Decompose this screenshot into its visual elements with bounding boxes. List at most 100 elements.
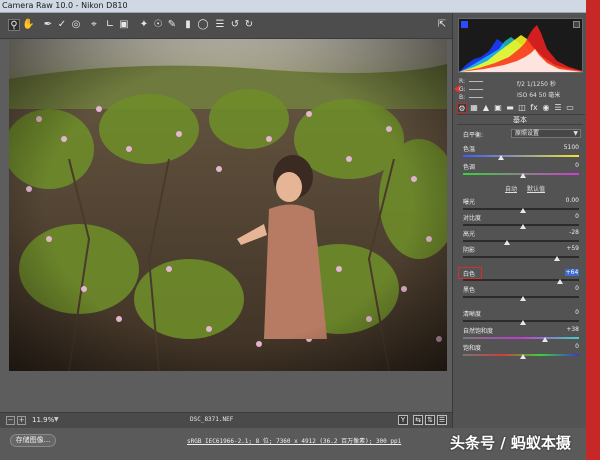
b-value-line	[469, 97, 483, 98]
chevron-down-icon: ▼	[573, 130, 578, 137]
hsl-tab-icon[interactable]: ▣	[493, 103, 503, 113]
lens-tab-icon[interactable]: ◫	[517, 103, 527, 113]
highlights-slider[interactable]	[463, 240, 579, 242]
red-eye-icon[interactable]: ☉	[152, 19, 164, 31]
saturation-thumb[interactable]	[520, 354, 526, 359]
exif-info: R: G: B: f/2 1/1250 秒 ISO 64 50 毫米	[457, 76, 585, 104]
color-sampler-icon[interactable]: ✓	[56, 19, 68, 31]
blacks-thumb[interactable]	[520, 296, 526, 301]
highlights-label: 高光	[463, 231, 476, 238]
vibrance-label: 自然饱和度	[463, 328, 494, 335]
vibrance-thumb[interactable]	[542, 337, 548, 342]
zoom-in-button[interactable]: +	[17, 416, 26, 425]
split-toning-tab-icon[interactable]: ▬	[505, 103, 515, 113]
settings-button[interactable]: ☰	[437, 415, 447, 425]
crop-icon[interactable]: ⌖	[88, 19, 100, 31]
red-frame-border	[586, 0, 600, 460]
eyedropper-icon[interactable]: ✒	[42, 19, 54, 31]
g-label: G:	[459, 86, 466, 93]
temperature-label: 色温	[463, 146, 476, 153]
presets-tab-icon[interactable]: ☰	[553, 103, 563, 113]
whites-thumb[interactable]	[557, 279, 563, 284]
exposure-value[interactable]: 0.00	[539, 197, 579, 204]
wb-value: 原照设置	[515, 130, 540, 137]
iso-focal: ISO 64 50 毫米	[517, 92, 561, 99]
save-image-button[interactable]: 存储图像...	[10, 434, 56, 447]
zoom-out-button[interactable]: −	[6, 416, 15, 425]
target-adjust-icon[interactable]: ◎	[70, 19, 82, 31]
r-label: R:	[459, 78, 466, 85]
shadow-clipping-icon[interactable]	[461, 21, 468, 28]
shadows-value[interactable]: +59	[539, 245, 579, 252]
window-titlebar: Camera Raw 10.0 - Nikon D810	[0, 0, 600, 13]
view-toggle-button[interactable]: Y	[398, 415, 408, 425]
toolbar: ⚲ ✋ ✒ ✓ ◎ ⌖ ∟ ▣ ✦ ☉ ✎ ▮ ◯ ☰ ↺ ↻ ⇱	[0, 13, 452, 39]
hand-icon[interactable]: ✋	[22, 19, 34, 31]
fx-tab-icon[interactable]: fx	[529, 103, 539, 113]
whites-value[interactable]: +64	[565, 269, 579, 276]
temperature-slider[interactable]	[463, 155, 579, 157]
g-value-line	[469, 89, 483, 90]
clarity-label: 清晰度	[463, 311, 482, 318]
temperature-thumb[interactable]	[498, 155, 504, 160]
radial-filter-icon[interactable]: ◯	[197, 19, 209, 31]
graduated-filter-icon[interactable]: ▮	[182, 19, 194, 31]
highlights-thumb[interactable]	[504, 240, 510, 245]
histogram	[458, 18, 583, 73]
exposure-label: 曝光	[463, 199, 476, 206]
fullscreen-icon[interactable]: ⇱	[436, 19, 448, 31]
contrast-label: 对比度	[463, 215, 482, 222]
temperature-value[interactable]: 5100	[539, 144, 579, 151]
bottom-bar: 存储图像... sRGB IEC61966-2.1; 8 位; 7360 x 4…	[0, 428, 586, 460]
transform-icon[interactable]: ▣	[118, 19, 130, 31]
shadows-thumb[interactable]	[554, 256, 560, 261]
saturation-label: 饱和度	[463, 345, 482, 352]
highlight-clipping-icon[interactable]	[573, 21, 580, 28]
exposure-thumb[interactable]	[520, 208, 526, 213]
vibrance-slider[interactable]	[463, 337, 579, 339]
camera-calibration-tab-icon[interactable]: ◉	[541, 103, 551, 113]
detail-tab-icon[interactable]: ▲	[481, 103, 491, 113]
panel-tabs: ⚙ ▦ ▲ ▣ ▬ ◫ fx ◉ ☰ ▭	[457, 102, 585, 115]
b-label: B:	[459, 94, 466, 101]
contrast-value[interactable]: 0	[539, 213, 579, 220]
spot-removal-icon[interactable]: ✦	[138, 19, 150, 31]
wb-label: 白平衡:	[463, 132, 484, 139]
shadows-label: 阴影	[463, 247, 476, 254]
brush-icon[interactable]: ✎	[166, 19, 178, 31]
photo-preview[interactable]	[9, 39, 447, 371]
compare-button[interactable]: ⇆	[413, 415, 423, 425]
tint-thumb[interactable]	[520, 173, 526, 178]
right-panel: R: G: B: f/2 1/1250 秒 ISO 64 50 毫米 ⚙ ▦ ▲…	[452, 13, 586, 428]
tone-curve-tab-icon[interactable]: ▦	[469, 103, 479, 113]
default-link[interactable]: 默认值	[527, 184, 545, 193]
clarity-value[interactable]: 0	[539, 309, 579, 316]
shadows-slider[interactable]	[463, 256, 579, 258]
clarity-thumb[interactable]	[520, 320, 526, 325]
chevron-down-icon[interactable]: ▼	[54, 416, 59, 423]
wb-select[interactable]: 原照设置 ▼	[511, 129, 581, 138]
blacks-value[interactable]: 0	[539, 285, 579, 292]
watermark-text: 头条号 / 蚂蚁本摄	[450, 434, 571, 452]
preferences-icon[interactable]: ☰	[214, 19, 226, 31]
rotate-left-icon[interactable]: ↺	[229, 19, 241, 31]
basic-tab-icon[interactable]: ⚙	[457, 103, 467, 113]
tint-label: 色调	[463, 164, 476, 171]
workflow-options-link[interactable]: sRGB IEC61966-2.1; 8 位; 7360 x 4912 (36.…	[187, 436, 401, 445]
straighten-icon[interactable]: ∟	[104, 19, 116, 31]
vibrance-value[interactable]: +38	[539, 326, 579, 333]
r-value-line	[469, 81, 483, 82]
auto-link[interactable]: 自动	[505, 184, 517, 193]
contrast-thumb[interactable]	[520, 224, 526, 229]
saturation-value[interactable]: 0	[539, 343, 579, 350]
status-bar: − + 11.9% ▼ DSC_8371.NEF Y ⇆ ⇅ ☰	[0, 412, 452, 428]
zoom-icon[interactable]: ⚲	[8, 19, 20, 31]
whites-label: 白色	[463, 271, 476, 278]
highlights-value[interactable]: -28	[539, 229, 579, 236]
rotate-right-icon[interactable]: ↻	[243, 19, 255, 31]
zoom-level[interactable]: 11.9%	[32, 416, 54, 424]
swap-button[interactable]: ⇅	[425, 415, 435, 425]
window-title: Camera Raw 10.0 - Nikon D810	[2, 1, 128, 10]
snapshots-tab-icon[interactable]: ▭	[565, 103, 575, 113]
tint-value[interactable]: 0	[539, 162, 579, 169]
